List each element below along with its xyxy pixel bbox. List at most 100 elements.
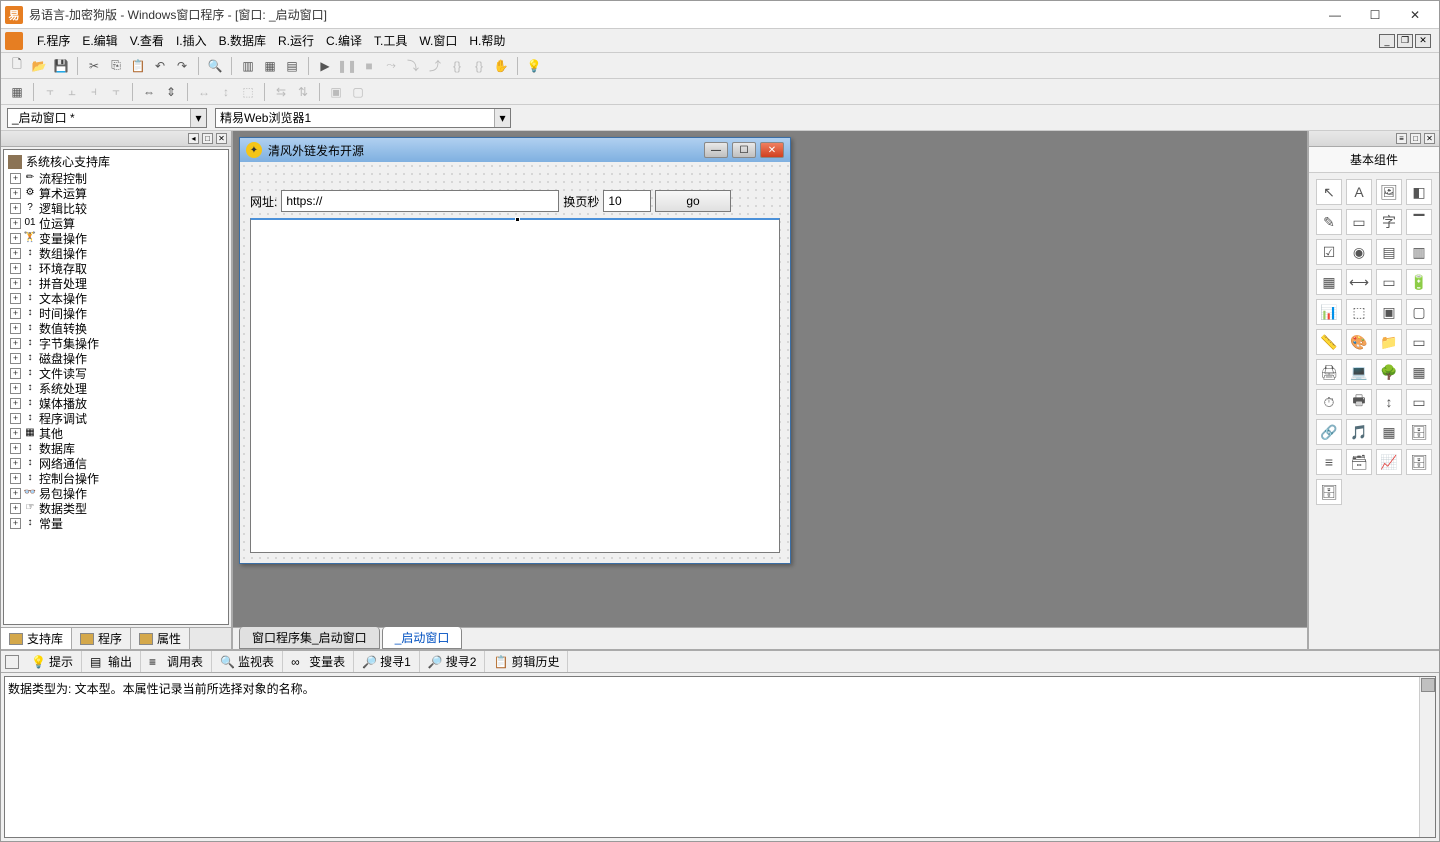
find-button[interactable]: 🔍 <box>205 56 225 76</box>
expand-icon[interactable]: + <box>10 203 21 214</box>
menu-tools[interactable]: T.工具 <box>368 30 413 51</box>
grid-tool[interactable]: ▦ <box>1316 269 1342 295</box>
minimize-button[interactable]: — <box>1315 3 1355 27</box>
tab-output[interactable]: ▤输出 <box>82 651 141 672</box>
odbc2-tool[interactable]: 🗄 <box>1316 479 1342 505</box>
menu-database[interactable]: B.数据库 <box>213 30 272 51</box>
interval-input[interactable] <box>603 190 651 212</box>
tree-root[interactable]: 系统核心支持库 <box>6 152 226 171</box>
tree-tool[interactable]: 🌳 <box>1376 359 1402 385</box>
expand-icon[interactable]: + <box>10 443 21 454</box>
go-button[interactable]: go <box>655 190 730 212</box>
design-form[interactable]: ✦ 清风外链发布开源 — ☐ ✕ 网址: 换页秒 <box>239 137 791 564</box>
center-v-button[interactable]: ⇕ <box>161 82 181 102</box>
align-right-button[interactable]: ⫞ <box>84 82 104 102</box>
send-back-button[interactable]: ▢ <box>348 82 368 102</box>
expand-icon[interactable]: + <box>10 323 21 334</box>
expand-icon[interactable]: + <box>10 308 21 319</box>
tab-callstack[interactable]: ≡调用表 <box>141 651 212 672</box>
panel-tool[interactable]: ▢ <box>1406 299 1432 325</box>
tree-item[interactable]: +↕数据库 <box>6 441 226 456</box>
scrollbar-vertical[interactable] <box>1419 677 1435 837</box>
menu-compile[interactable]: C.编译 <box>320 30 368 51</box>
save-button[interactable]: 💾 <box>51 56 71 76</box>
expand-icon[interactable]: + <box>10 248 21 259</box>
tree-item[interactable]: +↕拼音处理 <box>6 276 226 291</box>
tab-variables[interactable]: ∞变量表 <box>283 651 354 672</box>
tree-item[interactable]: +☞数据类型 <box>6 501 226 516</box>
tree-item[interactable]: +⚙算术运算 <box>6 186 226 201</box>
expand-icon[interactable]: + <box>10 368 21 379</box>
timer-tool[interactable]: ⏱ <box>1316 389 1342 415</box>
undo-button[interactable]: ↶ <box>150 56 170 76</box>
tab-tool[interactable]: ⬚ <box>1346 299 1372 325</box>
expand-icon[interactable]: + <box>10 398 21 409</box>
frame-tool[interactable]: ▣ <box>1376 299 1402 325</box>
breakpoint-button[interactable]: {} <box>447 56 467 76</box>
tree-item[interactable]: +↕时间操作 <box>6 306 226 321</box>
expand-icon[interactable]: + <box>10 413 21 424</box>
expand-icon[interactable]: + <box>10 383 21 394</box>
scrollbar-thumb[interactable] <box>1421 678 1435 692</box>
tab-find1[interactable]: 🔎搜寻1 <box>354 651 420 672</box>
same-width-button[interactable]: ↔ <box>194 82 214 102</box>
run-button[interactable]: ▶ <box>315 56 335 76</box>
same-height-button[interactable]: ↕ <box>216 82 236 102</box>
tree-item[interactable]: +↕数组操作 <box>6 246 226 261</box>
line-tool[interactable]: ▔ <box>1406 209 1432 235</box>
space-h-button[interactable]: ⇆ <box>271 82 291 102</box>
step-over-button[interactable]: ⤳ <box>381 56 401 76</box>
toolbar-tool[interactable]: ▭ <box>1406 389 1432 415</box>
tab-design[interactable]: _启动窗口 <box>382 627 463 649</box>
folder-tool[interactable]: 📁 <box>1376 329 1402 355</box>
space-v-button[interactable]: ⇅ <box>293 82 313 102</box>
print-tool[interactable]: 🖨 <box>1316 359 1342 385</box>
tree-item[interactable]: +↕网络通信 <box>6 456 226 471</box>
tree-item[interactable]: +↕环境存取 <box>6 261 226 276</box>
shape-tool[interactable]: ◧ <box>1406 179 1432 205</box>
db-tool[interactable]: 🗄 <box>1406 419 1432 445</box>
pause-button[interactable]: ❚❚ <box>337 56 357 76</box>
maximize-button[interactable]: ☐ <box>1355 3 1395 27</box>
cursor-tool[interactable]: ↖ <box>1316 179 1342 205</box>
tree-item[interactable]: +↕常量 <box>6 516 226 531</box>
close-button[interactable]: ✕ <box>1395 3 1435 27</box>
menu-insert[interactable]: I.插入 <box>170 30 213 51</box>
panel-pin-button[interactable]: ≡ <box>1396 133 1407 144</box>
hand-button[interactable]: ✋ <box>491 56 511 76</box>
button-tool[interactable]: 字 <box>1376 209 1402 235</box>
form-maximize-button[interactable]: ☐ <box>732 142 756 158</box>
grid-button[interactable]: ▦ <box>7 82 27 102</box>
mdi-minimize-button[interactable]: _ <box>1379 34 1395 48</box>
db2-tool[interactable]: 🗃 <box>1346 449 1372 475</box>
expand-icon[interactable]: + <box>10 503 21 514</box>
form-minimize-button[interactable]: — <box>704 142 728 158</box>
grid3-tool[interactable]: ▦ <box>1376 419 1402 445</box>
device-tool[interactable]: 💻 <box>1346 359 1372 385</box>
tab-watch[interactable]: 🔍监视表 <box>212 651 283 672</box>
menu-view[interactable]: V.查看 <box>124 30 170 51</box>
slider-tool[interactable]: ⟷ <box>1346 269 1372 295</box>
checkbox-tool[interactable]: ☑ <box>1316 239 1342 265</box>
tree-item[interactable]: +↕文件读写 <box>6 366 226 381</box>
tab-library[interactable]: 支持库 <box>1 628 72 649</box>
expand-icon[interactable]: + <box>10 263 21 274</box>
align-top-button[interactable]: ⫟ <box>106 82 126 102</box>
expand-icon[interactable]: + <box>10 428 21 439</box>
bring-front-button[interactable]: ▣ <box>326 82 346 102</box>
new-button[interactable]: 🗋 <box>7 56 27 76</box>
expand-icon[interactable]: + <box>10 338 21 349</box>
layout1-button[interactable]: ▥ <box>238 56 258 76</box>
expand-icon[interactable]: + <box>10 173 21 184</box>
library-tree[interactable]: 系统核心支持库 +✏流程控制+⚙算术运算+?逻辑比较+01位运算+🏋变量操作+↕… <box>3 149 229 625</box>
expand-icon[interactable]: + <box>10 278 21 289</box>
panel-close-button[interactable]: ✕ <box>1424 133 1435 144</box>
tree-item[interactable]: +↕数值转换 <box>6 321 226 336</box>
panel-maximize-button[interactable]: □ <box>1410 133 1421 144</box>
combo-tool[interactable]: ▥ <box>1406 239 1432 265</box>
expand-icon[interactable]: + <box>10 458 21 469</box>
expand-icon[interactable]: + <box>10 473 21 484</box>
step-into-button[interactable]: ⤵ <box>403 56 423 76</box>
tree-item[interactable]: +?逻辑比较 <box>6 201 226 216</box>
tree-item[interactable]: +↕文本操作 <box>6 291 226 306</box>
